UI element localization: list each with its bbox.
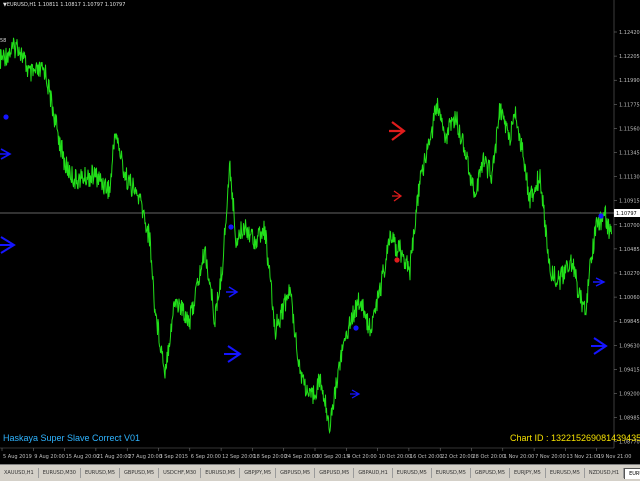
- time-tick-label: 4 Oct 20:00: [347, 454, 376, 460]
- time-tick-label: 1 Nov 20:00: [504, 454, 535, 460]
- chart-tab[interactable]: EURUSD,M5: [432, 467, 471, 478]
- price-tick-label: 1.12420: [619, 30, 640, 36]
- chart-tab[interactable]: EURUSD,M5: [201, 467, 241, 478]
- price-tick-label: 1.11130: [619, 175, 640, 181]
- chart-tab[interactable]: NZDUSD,H1: [585, 467, 625, 478]
- chart-tab[interactable]: GBPJPY,M5: [240, 467, 277, 478]
- time-tick-label: 13 Nov 21:00: [566, 454, 600, 460]
- chart-tab[interactable]: EURUSD,H1: [624, 467, 640, 479]
- price-tick-label: 1.09200: [619, 392, 640, 398]
- time-tick-label: 3 Sep 2015: [160, 454, 189, 460]
- price-tick-label: 1.11345: [619, 151, 640, 157]
- price-tick-label: 1.11775: [619, 102, 640, 108]
- time-tick-label: 9 Aug 20:00: [34, 454, 65, 460]
- chart-tab[interactable]: USDCHF,M30: [159, 467, 202, 478]
- price-tick-label: 1.10485: [619, 247, 640, 253]
- chart-id: Chart ID : 132215269081439435: [510, 433, 640, 443]
- indicator-name: Haskaya Super Slave Correct V01: [3, 433, 140, 443]
- time-tick-label: 5 Aug 2019: [3, 454, 32, 460]
- price-tick-label: 1.11990: [619, 78, 640, 84]
- price-tick-label: 1.09630: [619, 343, 640, 349]
- price-chart[interactable]: ▼EURUSD,H1 1.10811 1.10817 1.10797 1.107…: [0, 0, 640, 480]
- time-tick-label: 21 Aug 20:00: [97, 454, 131, 460]
- chart-tab[interactable]: EURUSD,M5: [393, 467, 432, 478]
- price-tick-label: 1.09415: [619, 367, 640, 373]
- time-tick-label: 10 Oct 20:00: [379, 454, 412, 460]
- current-price-label: 1.10797: [616, 211, 637, 217]
- time-tick-label: 24 Sep 20:00: [285, 454, 318, 460]
- time-tick-label: 7 Nov 20:00: [535, 454, 566, 460]
- signal-dot: [598, 213, 604, 219]
- time-tick-label: 19 Nov 21:00: [598, 454, 632, 460]
- price-tick-label: 1.10700: [619, 223, 640, 229]
- time-tick-label: 22 Oct 20:00: [441, 454, 474, 460]
- chart-tab[interactable]: EURJPY,M5: [510, 467, 546, 478]
- chart-tab[interactable]: EURUSD,M5: [81, 467, 121, 478]
- chart-tab[interactable]: XAUUSD,H1: [0, 467, 39, 478]
- chart-tab[interactable]: EURUSD,M30: [39, 467, 81, 478]
- left-marker: 58: [0, 38, 6, 44]
- price-tick-label: 1.10060: [619, 295, 640, 301]
- chart-tab-bar: XAUUSD,H1 EURUSD,M30 EURUSD,M5 GBPUSD,M5 USD…: [0, 464, 640, 481]
- chart-tab[interactable]: GBPUSD,M5: [276, 467, 316, 478]
- chart-tab[interactable]: GBPUSD,M5: [471, 467, 510, 478]
- chart-tab[interactable]: GBPUSD,M5: [120, 467, 160, 478]
- price-tick-label: 1.08985: [619, 416, 640, 422]
- signal-dot: [353, 325, 359, 331]
- price-tick-label: 1.09845: [619, 319, 640, 325]
- time-tick-label: 16 Oct 20:00: [410, 454, 443, 460]
- price-tick-label: 1.12205: [619, 54, 640, 60]
- symbol-info-line: ▼EURUSD,H1 1.10811 1.10817 1.10797 1.107…: [3, 2, 125, 8]
- time-tick-label: 27 Aug 20:00: [128, 454, 162, 460]
- chart-tab[interactable]: GBPAUD,H1: [354, 467, 393, 478]
- time-tick-label: 18 Sep 20:00: [253, 454, 286, 460]
- price-tick-label: 1.10915: [619, 199, 640, 205]
- price-tick-label: 1.11560: [619, 126, 640, 132]
- price-tick-label: 1.10270: [619, 271, 640, 277]
- time-tick-label: 15 Aug 20:00: [66, 454, 100, 460]
- time-tick-label: 12 Sep 20:00: [222, 454, 255, 460]
- signal-dot: [228, 224, 234, 230]
- chart-tab[interactable]: EURUSD,M5: [546, 467, 585, 478]
- time-tick-label: 30 Sep 20:15: [316, 454, 349, 460]
- tab-list: XAUUSD,H1 EURUSD,M30 EURUSD,M5 GBPUSD,M5 USD…: [0, 467, 640, 479]
- chart-tab[interactable]: GBPUSD,M5: [315, 467, 355, 478]
- signal-dot: [394, 257, 400, 263]
- signal-dot: [3, 114, 9, 120]
- time-tick-label: 6 Sep 20:00: [191, 454, 221, 460]
- time-tick-label: 28 Oct 20:00: [473, 454, 506, 460]
